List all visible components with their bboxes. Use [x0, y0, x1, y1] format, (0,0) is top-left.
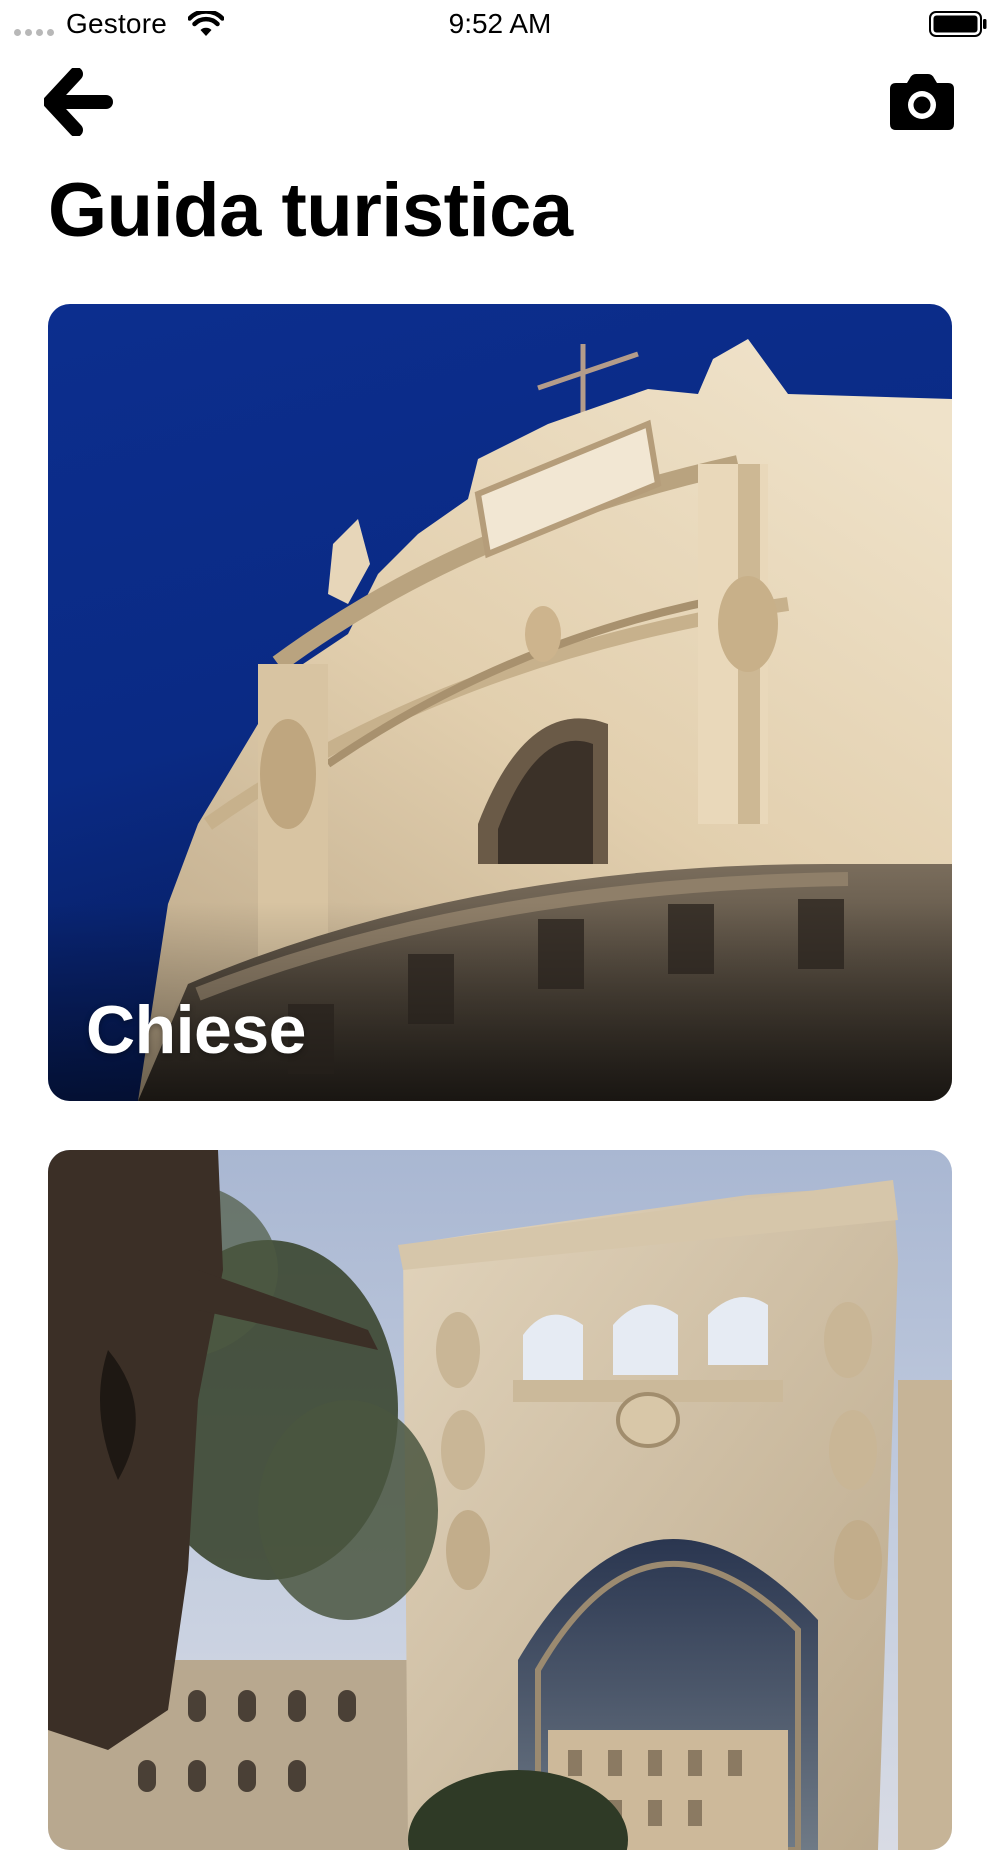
arrow-left-icon [43, 67, 113, 137]
camera-button[interactable] [888, 72, 956, 132]
page-title: Guida turistica [48, 168, 573, 253]
status-time: 9:52 AM [448, 8, 552, 39]
battery-icon [929, 11, 987, 37]
status-bar: Gestore 9:52 AM [0, 0, 1000, 48]
baroque-church-facade-photo [48, 304, 952, 1101]
category-card-chiese[interactable]: Chiese [48, 304, 952, 1101]
camera-icon [890, 74, 954, 130]
triumphal-arch-with-olive-tree-photo [48, 1150, 952, 1850]
back-button[interactable] [43, 67, 116, 137]
card-label-chiese: Chiese [86, 992, 307, 1068]
category-card-monument[interactable] [48, 1150, 952, 1850]
